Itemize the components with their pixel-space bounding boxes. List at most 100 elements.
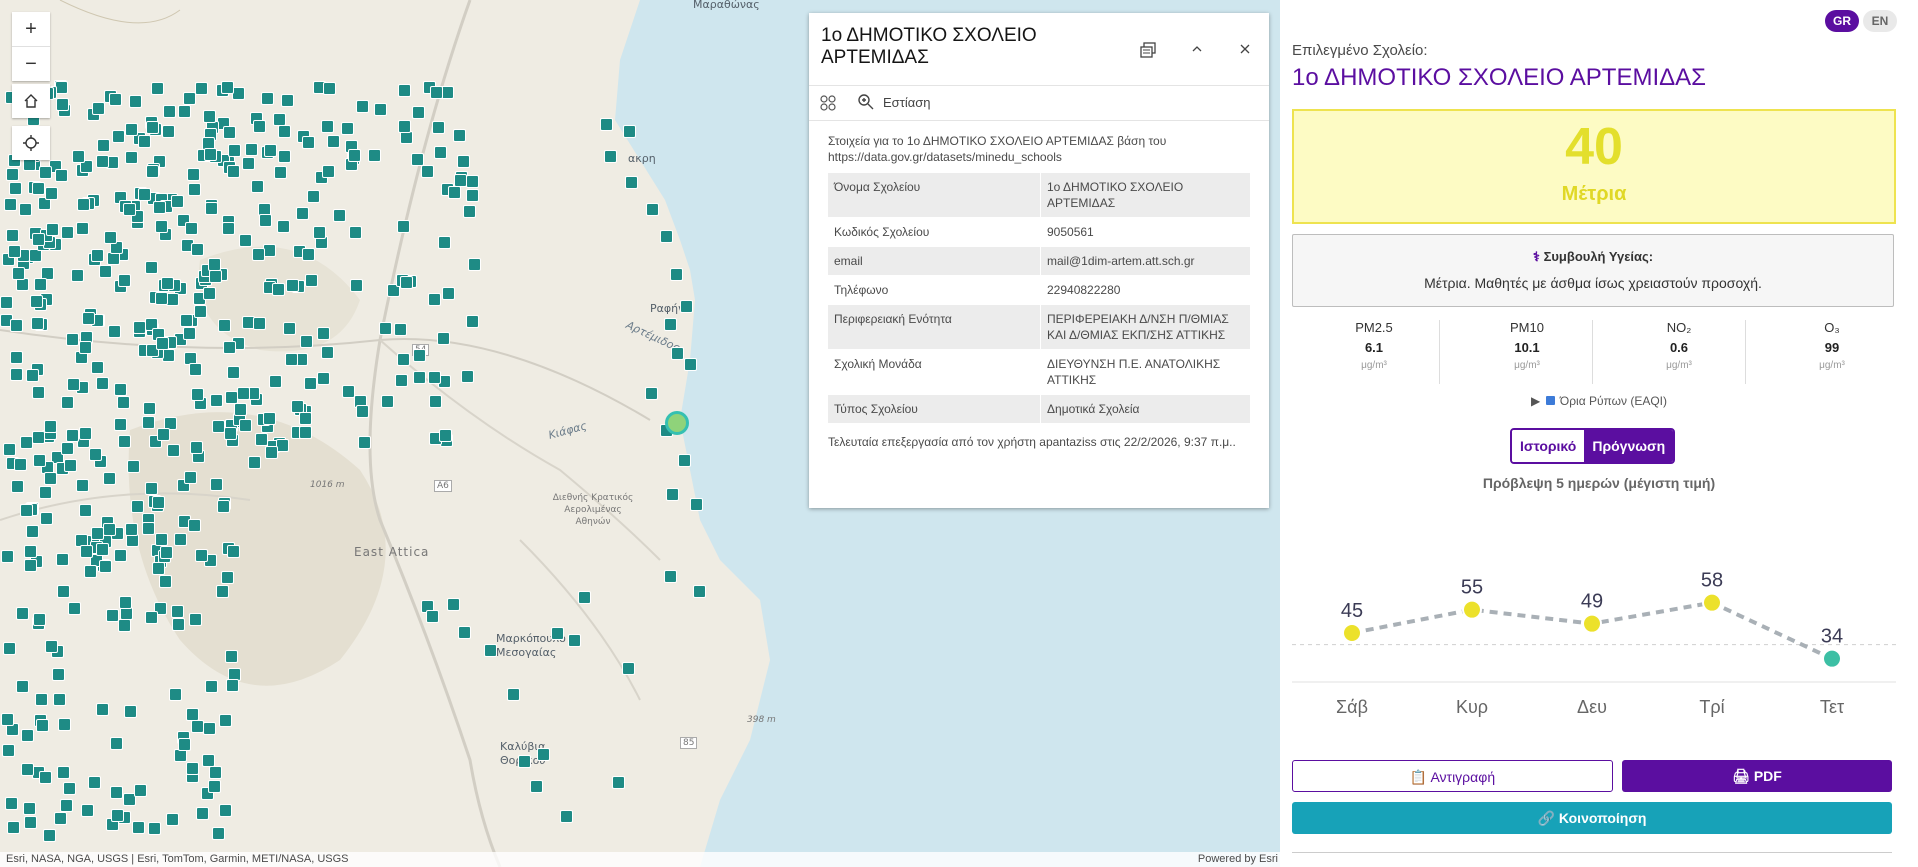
school-marker[interactable] bbox=[671, 347, 684, 360]
school-marker[interactable] bbox=[612, 776, 625, 789]
school-marker[interactable] bbox=[36, 719, 49, 732]
school-marker[interactable] bbox=[40, 512, 53, 525]
school-marker[interactable] bbox=[57, 766, 70, 779]
school-marker[interactable] bbox=[374, 103, 387, 116]
school-marker[interactable] bbox=[96, 543, 109, 556]
school-marker[interactable] bbox=[4, 198, 17, 211]
school-marker[interactable] bbox=[551, 627, 564, 640]
school-marker[interactable] bbox=[39, 166, 52, 179]
school-marker[interactable] bbox=[76, 222, 89, 235]
school-marker[interactable] bbox=[429, 395, 442, 408]
powered-by-esri[interactable]: Powered by Esri bbox=[1198, 852, 1278, 867]
school-marker[interactable] bbox=[152, 562, 165, 575]
school-marker[interactable] bbox=[21, 763, 34, 776]
school-marker[interactable] bbox=[64, 459, 77, 472]
school-marker[interactable] bbox=[218, 319, 231, 332]
school-marker[interactable] bbox=[12, 267, 25, 280]
school-marker[interactable] bbox=[248, 456, 261, 469]
school-marker[interactable] bbox=[99, 560, 112, 573]
school-marker[interactable] bbox=[397, 220, 410, 233]
school-marker[interactable] bbox=[186, 708, 199, 721]
school-marker[interactable] bbox=[349, 226, 362, 239]
school-marker[interactable] bbox=[163, 105, 176, 118]
school-marker[interactable] bbox=[57, 585, 70, 598]
copy-button[interactable]: 📋 Αντιγραφή bbox=[1292, 760, 1613, 792]
school-marker[interactable] bbox=[138, 135, 151, 148]
school-marker[interactable] bbox=[269, 375, 282, 388]
school-marker[interactable] bbox=[82, 312, 95, 325]
school-marker[interactable] bbox=[84, 565, 97, 578]
school-marker[interactable] bbox=[123, 203, 136, 216]
school-marker[interactable] bbox=[61, 226, 74, 239]
school-marker[interactable] bbox=[155, 292, 168, 305]
school-marker[interactable] bbox=[428, 371, 441, 384]
school-marker[interactable] bbox=[142, 416, 155, 429]
school-marker[interactable] bbox=[16, 607, 29, 620]
school-marker[interactable] bbox=[81, 804, 94, 817]
school-marker[interactable] bbox=[604, 150, 617, 163]
school-marker[interactable] bbox=[307, 190, 320, 203]
close-button[interactable] bbox=[1237, 41, 1253, 62]
school-marker[interactable] bbox=[184, 471, 197, 484]
home-button[interactable] bbox=[12, 84, 50, 118]
school-marker[interactable] bbox=[397, 353, 410, 366]
school-marker[interactable] bbox=[421, 165, 434, 178]
school-marker[interactable] bbox=[296, 207, 309, 220]
school-marker[interactable] bbox=[66, 333, 79, 346]
school-marker[interactable] bbox=[453, 129, 466, 142]
school-marker[interactable] bbox=[259, 214, 272, 227]
school-marker[interactable] bbox=[278, 150, 291, 163]
school-marker[interactable] bbox=[162, 125, 175, 138]
school-marker[interactable] bbox=[110, 737, 123, 750]
school-marker[interactable] bbox=[33, 454, 46, 467]
school-marker[interactable] bbox=[219, 714, 232, 727]
school-marker[interactable] bbox=[92, 102, 105, 115]
school-marker[interactable] bbox=[252, 248, 265, 261]
school-marker[interactable] bbox=[23, 802, 36, 815]
school-marker[interactable] bbox=[190, 441, 203, 454]
school-marker[interactable] bbox=[46, 223, 59, 236]
school-marker[interactable] bbox=[63, 782, 76, 795]
school-marker[interactable] bbox=[300, 335, 313, 348]
school-marker[interactable] bbox=[186, 762, 199, 775]
school-marker[interactable] bbox=[174, 533, 187, 546]
school-marker[interactable] bbox=[67, 378, 80, 391]
school-marker[interactable] bbox=[239, 419, 252, 432]
school-marker[interactable] bbox=[68, 602, 81, 615]
school-marker[interactable] bbox=[690, 498, 703, 511]
school-marker[interactable] bbox=[205, 202, 218, 215]
school-marker[interactable] bbox=[264, 144, 277, 157]
school-marker[interactable] bbox=[272, 283, 285, 296]
zoom-in-button[interactable]: + bbox=[12, 12, 50, 46]
school-marker[interactable] bbox=[96, 155, 109, 168]
school-marker[interactable] bbox=[660, 230, 673, 243]
school-marker[interactable] bbox=[242, 157, 255, 170]
school-marker[interactable] bbox=[693, 585, 706, 598]
school-marker[interactable] bbox=[281, 94, 294, 107]
school-marker[interactable] bbox=[172, 618, 185, 631]
collapse-button[interactable] bbox=[1189, 41, 1205, 62]
school-marker[interactable] bbox=[234, 403, 247, 416]
school-marker[interactable] bbox=[7, 821, 20, 834]
school-marker[interactable] bbox=[146, 121, 159, 134]
school-marker[interactable] bbox=[578, 591, 591, 604]
school-marker[interactable] bbox=[368, 149, 381, 162]
data-point[interactable] bbox=[1822, 648, 1842, 669]
school-marker[interactable] bbox=[398, 120, 411, 133]
pdf-button[interactable]: 🖨 PDF bbox=[1622, 760, 1892, 792]
school-marker[interactable] bbox=[622, 662, 635, 675]
school-marker[interactable] bbox=[114, 549, 127, 562]
school-marker[interactable] bbox=[146, 165, 159, 178]
school-marker[interactable] bbox=[394, 323, 407, 336]
school-marker[interactable] bbox=[183, 92, 196, 105]
school-marker[interactable] bbox=[111, 809, 124, 822]
school-marker[interactable] bbox=[468, 258, 481, 271]
school-marker[interactable] bbox=[255, 433, 268, 446]
school-marker[interactable] bbox=[72, 150, 85, 163]
lang-en-button[interactable]: EN bbox=[1863, 10, 1897, 32]
school-marker[interactable] bbox=[191, 388, 204, 401]
school-marker[interactable] bbox=[466, 189, 479, 202]
school-marker[interactable] bbox=[348, 149, 361, 162]
school-marker[interactable] bbox=[55, 169, 68, 182]
school-marker[interactable] bbox=[103, 472, 116, 485]
